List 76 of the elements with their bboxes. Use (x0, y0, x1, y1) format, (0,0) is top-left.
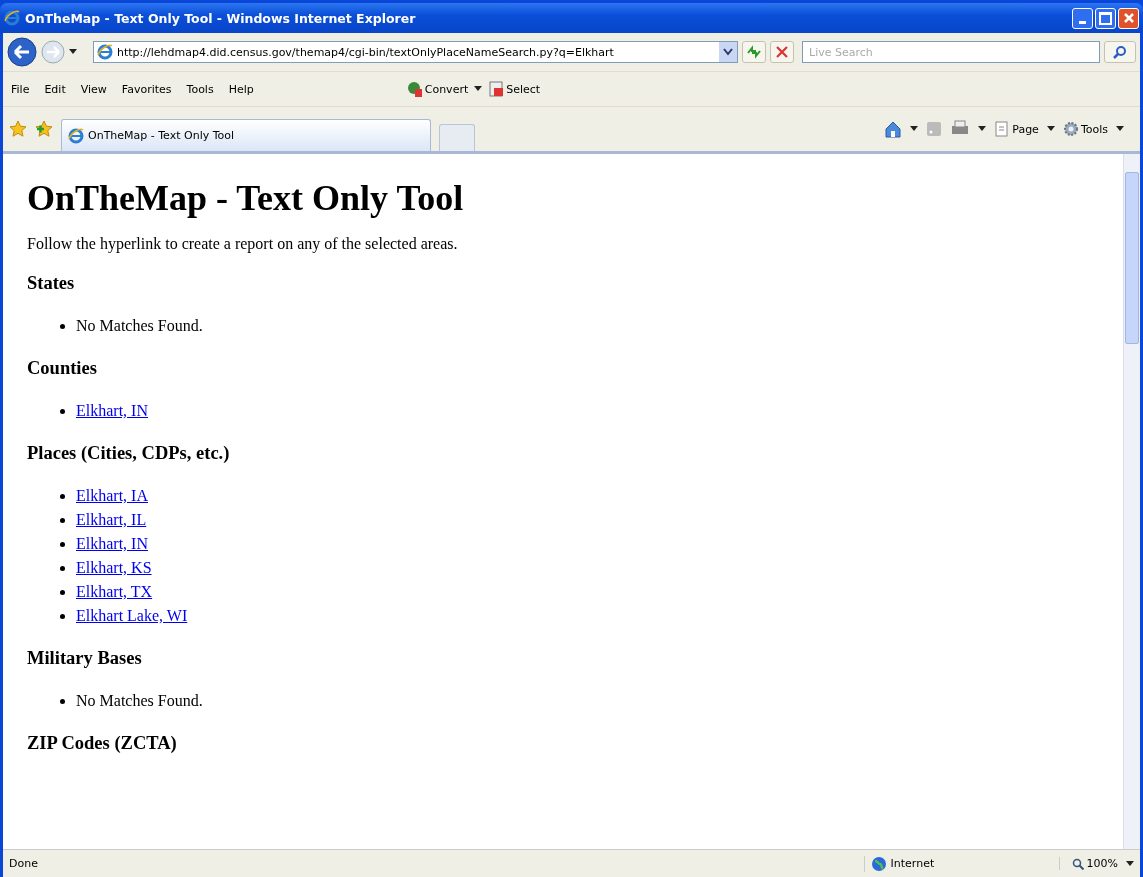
select-button[interactable]: Select (488, 81, 541, 97)
menu-item[interactable]: View (78, 82, 109, 96)
gear-icon (1062, 121, 1079, 137)
page-heading: OnTheMap - Text Only Tool (27, 178, 465, 220)
search-icon (1113, 45, 1127, 59)
vertical-scrollbar[interactable] (1123, 154, 1140, 849)
stop-icon (775, 45, 789, 59)
page-icon (68, 127, 84, 144)
caret-icon[interactable] (1116, 126, 1124, 132)
globe-icon (870, 855, 887, 872)
bullet-icon (60, 408, 65, 414)
caret-icon[interactable] (474, 86, 483, 92)
search-field[interactable]: Live Search (802, 41, 1100, 63)
menu-item[interactable]: Help (226, 82, 256, 96)
intro-text: Follow the hyperlink to create a report on any of the selected areas. (27, 235, 459, 254)
bullet-icon (60, 589, 65, 595)
caret-icon[interactable] (1126, 860, 1134, 867)
place-link[interactable]: Elkhart, IL (76, 508, 147, 533)
caret-icon[interactable] (978, 126, 987, 132)
menu-item[interactable]: Edit (42, 82, 68, 96)
caret-icon[interactable] (69, 49, 77, 55)
minimize-button[interactable] (1072, 7, 1093, 29)
stop-button[interactable] (770, 41, 794, 63)
add-favorite-icon[interactable] (35, 120, 53, 138)
dropdown-button[interactable] (719, 42, 737, 62)
place-link[interactable]: Elkhart, KS (76, 556, 152, 581)
place-link[interactable]: Elkhart, TX (76, 580, 153, 605)
browser-logo-icon (4, 10, 20, 26)
convert-button[interactable]: Convert (406, 81, 469, 97)
bullet-icon (60, 698, 65, 704)
caret-icon[interactable] (1046, 126, 1055, 132)
close-icon (1121, 11, 1136, 25)
section-heading: States (27, 273, 76, 295)
close-button[interactable] (1118, 7, 1139, 29)
home-icon[interactable] (884, 120, 903, 138)
address-field[interactable]: http://lehdmap4.did.census.gov/themap4/cgi-bin/textOnlyPlaceNameSearch.py?q=Elkhart (93, 41, 738, 63)
menu-item[interactable]: File (9, 82, 32, 96)
bullet-icon (60, 613, 65, 619)
bullet-icon (60, 565, 65, 571)
page-icon (97, 44, 113, 60)
section-heading: Places (Cities, CDPs, etc.) (27, 443, 231, 465)
globe-document-icon (406, 81, 423, 97)
section-heading: Counties (27, 358, 98, 380)
refresh-icon (746, 44, 762, 60)
refresh-button[interactable] (742, 41, 766, 63)
document-icon (488, 81, 505, 97)
page-menu-button[interactable]: Page (994, 121, 1039, 137)
bullet-icon (60, 517, 65, 523)
section-heading: ZIP Codes (ZCTA) (27, 733, 178, 755)
section-heading: Military Bases (27, 648, 143, 670)
security-zone-text: Internet (890, 857, 935, 870)
scroll-thumb[interactable] (1125, 172, 1139, 344)
caret-icon[interactable] (910, 126, 919, 132)
maximize-button[interactable] (1095, 7, 1116, 29)
search-button[interactable] (1104, 41, 1136, 63)
menu-item[interactable]: Tools (184, 82, 216, 96)
bullet-icon (60, 493, 65, 499)
tools-menu-button[interactable]: Tools (1062, 121, 1108, 137)
bullet-icon (60, 541, 65, 547)
place-link[interactable]: Elkhart, IA (76, 484, 148, 509)
browser-tab[interactable]: OnTheMap - Text Only Tool (61, 119, 431, 151)
chevron-icon (723, 48, 733, 56)
place-link[interactable]: Elkhart Lake, WI (76, 604, 188, 629)
no-matches-text: No Matches Found. (76, 316, 203, 337)
magnifier-icon (1071, 857, 1084, 870)
document-icon (994, 121, 1011, 137)
zoom-button[interactable]: 100% (1058, 857, 1118, 870)
menu-item[interactable]: Favorites (119, 82, 174, 96)
place-link[interactable]: Elkhart, IN (76, 532, 148, 557)
favorites-star-icon[interactable] (9, 120, 27, 138)
back-button-icon[interactable] (7, 37, 37, 67)
status-text: Done (9, 857, 39, 870)
no-matches-text: No Matches Found. (76, 691, 203, 712)
window-title: OnTheMap - Text Only Tool - Windows Internet Explorer (25, 10, 417, 26)
bullet-icon (60, 323, 65, 329)
place-link[interactable]: Elkhart, IN (76, 399, 148, 424)
